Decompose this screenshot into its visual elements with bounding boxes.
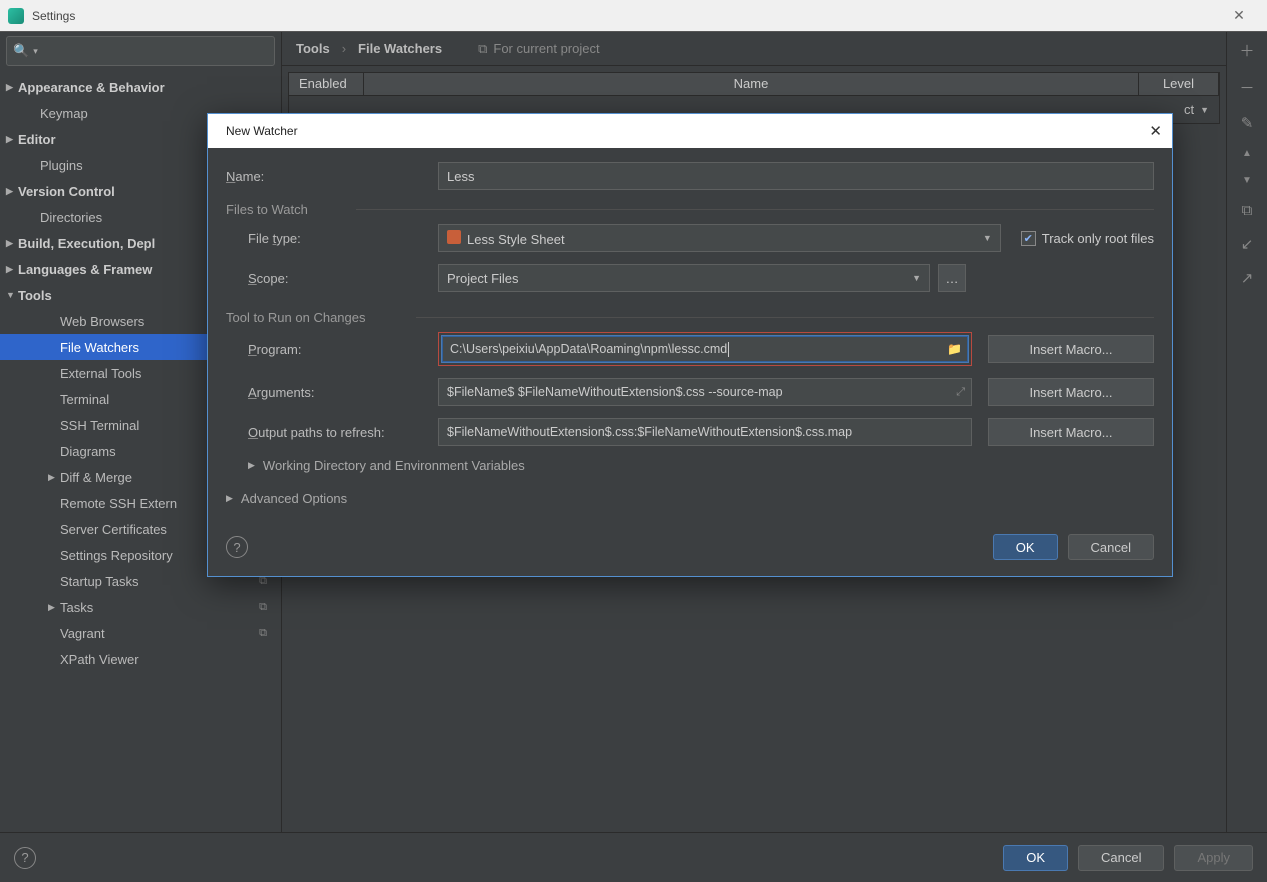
app-icon <box>8 8 24 24</box>
expand-icon[interactable]: ⤢ <box>956 386 965 399</box>
settings-apply-button[interactable]: Apply <box>1174 845 1253 871</box>
track-root-checkbox[interactable]: ✔ Track only root files <box>1021 231 1154 246</box>
tree-arrow-icon: ▼ <box>6 290 18 300</box>
breadcrumb: Tools › File Watchers ⧉ For current proj… <box>282 32 1226 66</box>
help-button[interactable]: ? <box>14 847 36 869</box>
edit-button[interactable]: ✎ <box>1241 114 1254 132</box>
scope-browse-button[interactable]: … <box>938 264 966 292</box>
advanced-options-expander[interactable]: ▶ Advanced Options <box>226 491 1154 506</box>
tree-arrow-icon: ▶ <box>6 264 18 275</box>
search-icon: 🔍 <box>13 43 29 59</box>
copy-icon: ⧉ <box>259 601 267 614</box>
move-up-button[interactable]: ▲ <box>1242 148 1252 159</box>
working-dir-expander[interactable]: ▶ Working Directory and Environment Vari… <box>226 458 1154 473</box>
sidebar-item-xpath-viewer[interactable]: XPath Viewer <box>0 646 281 672</box>
arguments-input[interactable]: $FileName$ $FileNameWithoutExtension$.cs… <box>438 378 972 406</box>
tree-arrow-icon: ▶ <box>6 186 18 197</box>
settings-ok-button[interactable]: OK <box>1003 845 1068 871</box>
chevron-right-icon: ▶ <box>226 493 233 504</box>
insert-macro-output-button[interactable]: Insert Macro... <box>988 418 1154 446</box>
tree-arrow-icon: ▶ <box>48 472 60 483</box>
dialog-help-button[interactable]: ? <box>226 536 248 558</box>
scope-select[interactable]: Project Files ▼ <box>438 264 930 292</box>
breadcrumb-tools[interactable]: Tools <box>296 41 330 56</box>
program-highlight: C:\Users\peixiu\AppData\Roaming\npm\less… <box>438 332 972 366</box>
add-button[interactable]: ＋ <box>1239 40 1254 61</box>
dialog-title: New Watcher <box>226 124 298 138</box>
dialog-cancel-button[interactable]: Cancel <box>1068 534 1154 560</box>
chevron-down-icon: ▼ <box>912 273 921 283</box>
sidebar-item-vagrant[interactable]: Vagrant⧉ <box>0 620 281 646</box>
filetype-select[interactable]: Less Style Sheet ▼ <box>438 224 1001 252</box>
breadcrumb-filewatchers: File Watchers <box>358 41 442 56</box>
watchers-table-header: Enabled Name Level <box>288 72 1220 96</box>
less-icon <box>447 230 461 244</box>
name-input[interactable]: Less <box>438 162 1154 190</box>
tree-arrow-icon: ▶ <box>6 238 18 249</box>
chevron-down-icon[interactable]: ▼ <box>1200 105 1209 115</box>
tree-arrow-icon: ▶ <box>48 602 60 613</box>
chevron-down-icon: ▼ <box>983 233 992 243</box>
tree-arrow-icon: ▶ <box>6 134 18 145</box>
right-toolbar: ＋ － ✎ ▲ ▼ ⧉ ↙ ↗ <box>1227 32 1267 832</box>
new-watcher-dialog: New Watcher ✕ Name: Less Files to Watch … <box>207 113 1173 577</box>
name-label: Name: <box>226 169 438 184</box>
th-enabled[interactable]: Enabled <box>289 73 364 95</box>
remove-button[interactable]: － <box>1239 77 1254 98</box>
th-name[interactable]: Name <box>364 73 1139 95</box>
tree-arrow-icon: ▶ <box>6 82 18 93</box>
dialog-footer: ? OK Cancel <box>208 524 1172 576</box>
chevron-right-icon: ▶ <box>248 460 255 471</box>
th-level[interactable]: Level <box>1139 73 1219 95</box>
sidebar-item-appearance-behavior[interactable]: ▶Appearance & Behavior <box>0 74 281 100</box>
settings-footer: ? OK Cancel Apply <box>0 832 1267 882</box>
copy-icon: ⧉ <box>478 41 487 57</box>
move-down-button[interactable]: ▼ <box>1242 175 1252 186</box>
output-label: Output paths to refresh: <box>248 425 438 440</box>
window-close-button[interactable]: ✕ <box>1219 7 1259 24</box>
folder-icon[interactable]: 📁 <box>947 342 962 356</box>
checkbox-checked-icon: ✔ <box>1021 231 1036 246</box>
insert-macro-arguments-button[interactable]: Insert Macro... <box>988 378 1154 406</box>
copy-icon: ⧉ <box>259 627 267 640</box>
dialog-titlebar: New Watcher ✕ <box>208 114 1172 148</box>
copy-button[interactable]: ⧉ <box>1242 202 1253 219</box>
scope-label: Scope: <box>248 271 438 286</box>
settings-cancel-button[interactable]: Cancel <box>1078 845 1164 871</box>
chevron-right-icon: › <box>342 41 346 56</box>
project-scope-label: ⧉ For current project <box>478 41 600 57</box>
window-titlebar: Settings ✕ <box>0 0 1267 32</box>
sidebar-item-tasks[interactable]: ▶Tasks⧉ <box>0 594 281 620</box>
filetype-label: File type: <box>248 231 438 246</box>
output-input[interactable]: $FileNameWithoutExtension$.css:$FileName… <box>438 418 972 446</box>
arguments-label: Arguments: <box>248 385 438 400</box>
insert-macro-program-button[interactable]: Insert Macro... <box>988 335 1154 363</box>
program-input[interactable]: C:\Users\peixiu\AppData\Roaming\npm\less… <box>441 335 969 363</box>
settings-search-input[interactable]: 🔍 ▾ <box>6 36 275 66</box>
export-button[interactable]: ↗ <box>1241 269 1254 287</box>
program-label: Program: <box>248 342 438 357</box>
window-title: Settings <box>32 9 1219 23</box>
import-button[interactable]: ↙ <box>1241 235 1254 253</box>
dialog-close-button[interactable]: ✕ <box>1149 122 1162 140</box>
dialog-ok-button[interactable]: OK <box>993 534 1058 560</box>
